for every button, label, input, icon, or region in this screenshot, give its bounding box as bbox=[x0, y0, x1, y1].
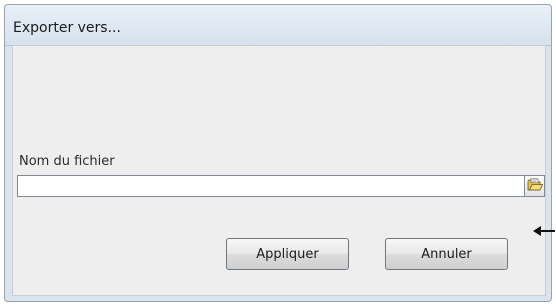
file-name-field-group bbox=[17, 175, 548, 199]
cancel-button[interactable]: Annuler bbox=[385, 238, 508, 270]
apply-button[interactable]: Appliquer bbox=[226, 238, 349, 270]
title-bar: Exporter vers... bbox=[5, 5, 551, 46]
browse-button[interactable] bbox=[525, 175, 545, 197]
file-name-input[interactable] bbox=[17, 175, 525, 197]
arrow-left-icon bbox=[533, 223, 555, 242]
dialog-title: Exporter vers... bbox=[13, 20, 121, 36]
folder-open-icon bbox=[527, 177, 543, 196]
file-name-label: Nom du fichier bbox=[19, 154, 115, 169]
